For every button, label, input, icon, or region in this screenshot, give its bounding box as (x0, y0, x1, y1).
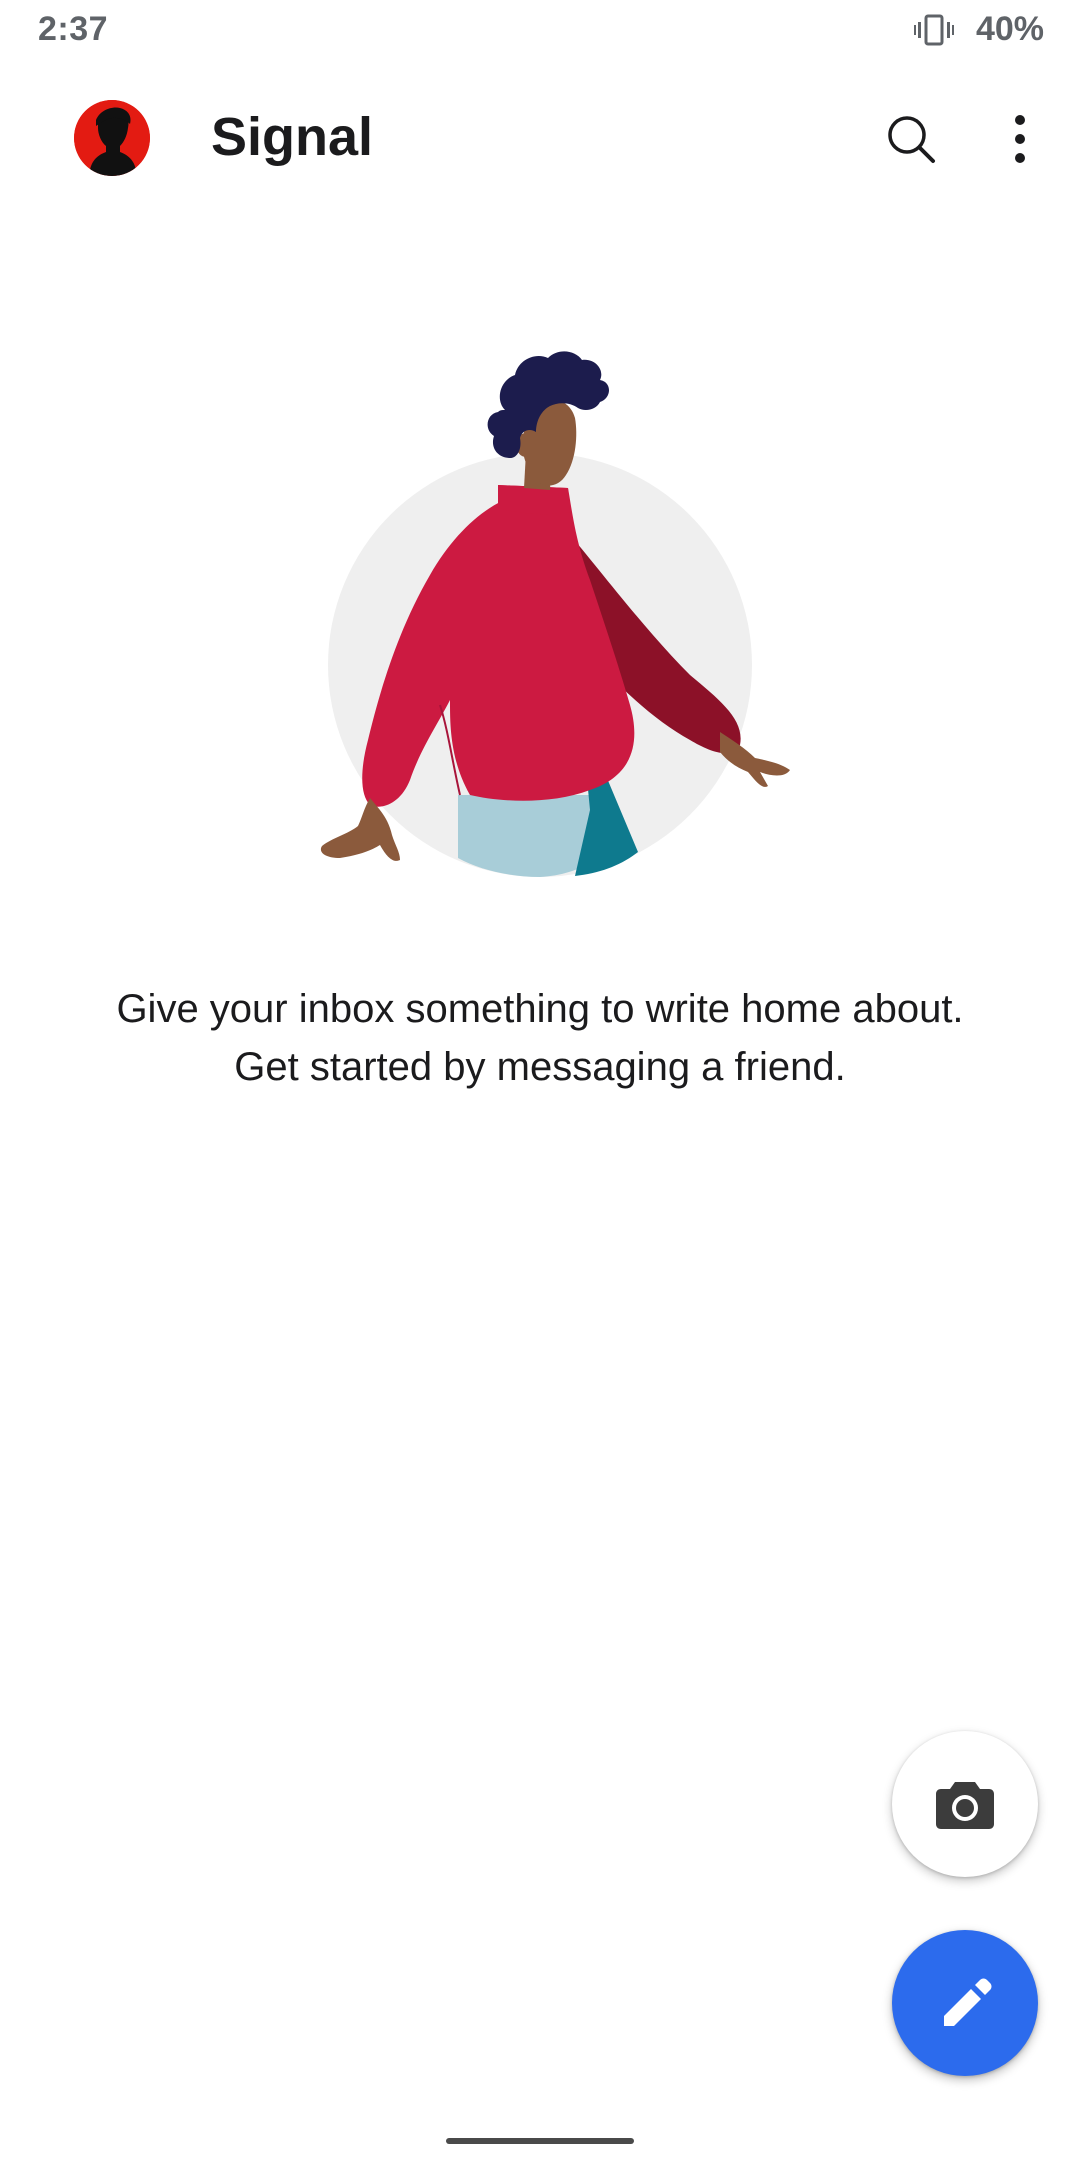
pencil-icon (944, 1978, 992, 2026)
app-title: Signal (211, 107, 374, 167)
camera-button[interactable] (892, 1731, 1038, 1877)
vibrate-icon (913, 13, 954, 47)
gesture-navigation-handle[interactable] (446, 2138, 634, 2144)
battery-percentage: 40% (975, 10, 1044, 48)
search-icon (888, 116, 935, 163)
more-vert-icon (1015, 115, 1025, 163)
empty-inbox-illustration (300, 340, 800, 880)
status-right-group: 40% (913, 10, 1044, 49)
profile-avatar[interactable] (74, 100, 150, 176)
status-time: 2:37 (38, 10, 109, 48)
more-options-button[interactable] (990, 102, 1050, 176)
camera-icon (936, 1782, 994, 1829)
compose-button[interactable] (892, 1930, 1038, 2076)
avatar-silhouette-icon (74, 100, 150, 176)
search-button[interactable] (874, 102, 948, 176)
app-bar: Signal (0, 80, 1080, 196)
empty-state-message: Give your inbox something to write home … (116, 987, 964, 1089)
status-bar: 2:37 40% (0, 0, 1080, 64)
